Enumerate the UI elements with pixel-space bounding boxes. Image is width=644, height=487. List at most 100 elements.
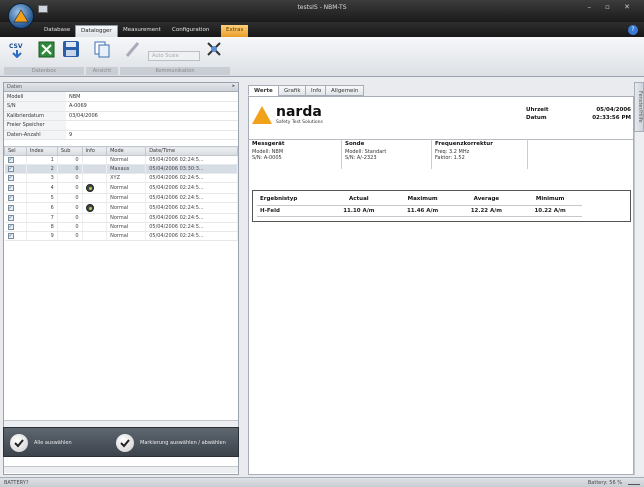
row-datetime: 05/04/2006 02:24:5... [145,202,238,214]
result-header: Minimum [518,194,582,206]
tab-allgemein[interactable]: Allgemein [325,85,365,96]
divider [341,139,342,169]
row-info [82,213,108,223]
col-header-sel[interactable]: Sel [4,146,27,156]
col-header-info[interactable]: Info [81,146,108,156]
select-all-label: Alle auswählen [34,440,72,446]
table-row[interactable]: ✓ 5 0 Normal 05/04/2006 02:24:5... [4,193,238,203]
result-actual: 11.10 A/m [327,205,391,217]
prop-value: NBM [66,92,238,102]
table-row[interactable]: ✓ 6 0 Normal 05/04/2006 02:24:5... [4,202,238,214]
tab-werte[interactable]: Werte [248,85,279,96]
save-icon[interactable] [62,40,80,58]
sonde-block: Sonde Modell: Standart S/N: A/-2323 [345,141,386,161]
selection-toolbar: Alle auswählen Markierung auswählen / ab… [3,427,239,457]
application-menu-button[interactable] [8,3,34,29]
tab-database[interactable]: Database [39,25,75,37]
prop-key: Freier Speicher [4,120,66,131]
divider [527,139,528,169]
tab-measurement[interactable]: Measurement [118,25,166,37]
group-label-kommunikation: Kommunikation [120,67,230,75]
tab-extras[interactable]: Extras [221,25,249,37]
row-index: 9 [26,231,58,241]
table-row[interactable]: ✓ 7 0 Normal 05/04/2006 02:24:5... [4,213,238,223]
row-checkbox[interactable]: ✓ [7,157,14,163]
row-checkbox[interactable]: ✓ [7,205,14,211]
results-box: Ergebnistyp Actual Maximum Average Minim… [252,190,631,222]
table-row[interactable]: ✓ 1 0 Normal 05/04/2006 02:24:5... [4,155,238,165]
row-datetime: 05/04/2006 02:24:5... [145,182,238,194]
table-row[interactable]: ✓ 2 0 Maxaus 05/04/2006 03:30:3... [4,164,238,174]
result-average: 12.22 A/m [454,205,519,217]
sonde-sn: S/N: A/-2323 [345,155,377,161]
copy-icon[interactable] [93,40,111,58]
window-controls[interactable]: – ▫ ✕ [587,3,636,11]
connect-icon[interactable] [205,40,223,58]
result-header: Actual [327,194,391,206]
row-checkbox[interactable]: ✓ [7,175,14,181]
group-label-ansicht: Ansicht [86,67,118,75]
table-row[interactable]: ✓ 4 0 Normal 05/04/2006 02:24:5... [4,182,238,194]
row-checkbox[interactable]: ✓ [7,166,14,172]
row-sub: 0 [57,193,83,203]
row-mode: Normal [106,193,147,203]
vertical-scrollbar[interactable] [634,132,644,475]
result-maximum: 11.46 A/m [390,205,455,217]
row-index: 2 [26,164,58,174]
prop-value: 03/04/2006 [66,111,238,121]
col-header-index[interactable]: Index [25,146,58,156]
title-bar: testsIS - NBM-TS – ▫ ✕ [0,0,644,22]
row-info [82,231,108,241]
panel-horizontal-scrollbar[interactable] [4,466,238,473]
result-header: Ergebnistyp [257,194,327,206]
row-index: 4 [26,182,58,194]
table-row[interactable]: ✓ 9 0 Normal 05/04/2006 02:24:5... [4,231,238,241]
table-row[interactable]: ✓ 8 0 Normal 05/04/2006 02:24:5... [4,222,238,232]
excel-export-icon[interactable] [38,40,56,58]
row-datetime: 05/04/2006 03:30:3... [145,164,238,174]
zoom-slider[interactable] [628,479,640,485]
logo-triangle-icon [252,106,272,124]
divider [431,139,432,169]
col-header-datetime[interactable]: Date/Time [145,146,238,156]
grid-horizontal-scrollbar[interactable] [4,420,238,427]
row-checkbox[interactable]: ✓ [7,185,14,191]
tab-datalogger[interactable]: Datalogger [75,25,118,37]
prop-key: Kalibrierdatum [4,111,66,121]
pin-icon[interactable]: ▸ [232,83,235,89]
row-mode: Maxaus [106,164,147,174]
row-checkbox[interactable]: ✓ [7,195,14,201]
status-left-text: BATTERY? [4,480,29,486]
tab-grafik[interactable]: Grafik [278,85,307,96]
data-panel: Daten ▸ Modell NBM S/N A-0069 Kalibrierdat… [3,82,239,475]
row-info [82,173,108,183]
prop-key: S/N [4,101,66,112]
row-checkbox[interactable]: ✓ [7,233,14,239]
table-row[interactable]: ✓ 3 0 XYZ 05/04/2006 02:24:5... [4,173,238,183]
row-mode: XYZ [106,173,147,183]
messgeraet-title: Messgerät [252,141,285,147]
row-checkbox[interactable]: ✓ [7,215,14,221]
row-index: 1 [26,155,58,165]
info-record-icon[interactable] [85,204,94,212]
select-all-button[interactable]: Alle auswählen [10,432,72,454]
csv-export-icon[interactable]: CSV [8,40,26,59]
col-header-sub[interactable]: Sub [56,146,83,156]
toggle-markers-button[interactable]: Markierung auswählen / abwählen [116,432,226,454]
row-datetime: 05/04/2006 02:24:5... [145,173,238,183]
info-record-icon[interactable] [85,184,94,192]
tab-configuration[interactable]: Configuration [167,25,214,37]
frequenz-block: Frequenzkorrektur Freq: 3.2 MHz Faktor: … [435,141,493,161]
row-checkbox[interactable]: ✓ [7,224,14,230]
row-sub: 0 [57,222,83,232]
frequenz-faktor: Faktor: 1.52 [435,155,465,161]
results-table: Ergebnistyp Actual Maximum Average Minim… [257,194,582,217]
prop-value: 9 [66,130,238,140]
help-icon[interactable]: ? [628,25,638,35]
scale-combo[interactable]: Auto Scale [148,51,200,61]
svg-text:CSV: CSV [9,43,23,50]
col-header-mode[interactable]: Mode [106,146,147,156]
side-panel-tab[interactable]: Fenster/Hilfe [634,82,644,132]
result-header: Maximum [390,194,455,206]
battery-status: Battery: 56 % [587,480,622,486]
